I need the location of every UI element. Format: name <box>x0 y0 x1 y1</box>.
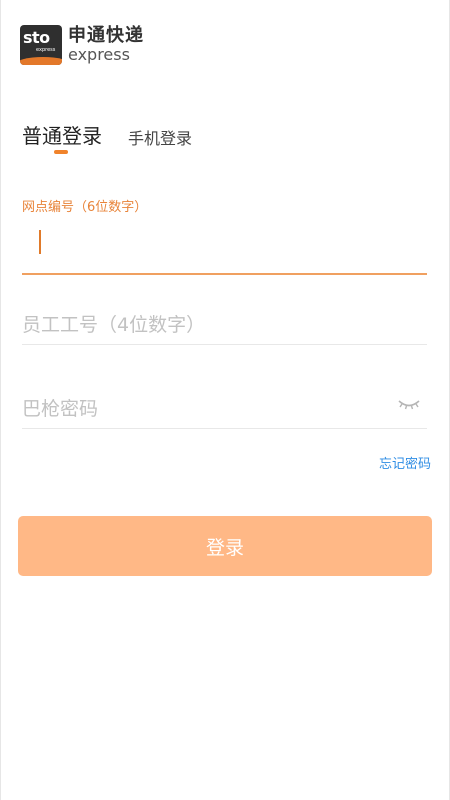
brand-name-cn: 申通快递 <box>68 25 144 46</box>
active-tab-indicator <box>54 150 68 154</box>
login-button[interactable]: 登录 <box>18 516 432 576</box>
logo-mark-text: sto <box>23 28 50 47</box>
employee-id-field <box>22 308 427 345</box>
password-field <box>22 392 427 429</box>
logo-mark-subtext: express <box>36 47 56 53</box>
eye-closed-icon[interactable] <box>397 396 421 412</box>
brand-name-en: express <box>68 45 130 64</box>
password-input[interactable] <box>22 392 382 426</box>
forgot-password-link[interactable]: 忘记密码 <box>379 453 431 472</box>
tab-phone-login[interactable]: 手机登录 <box>128 125 192 149</box>
employee-id-underline <box>22 344 427 345</box>
outlet-id-label: 网点编号（6位数字） <box>22 200 148 215</box>
login-tabs: 普通登录 手机登录 <box>22 120 218 149</box>
password-underline <box>22 428 427 429</box>
sto-logo-mark: sto express <box>20 25 62 65</box>
employee-id-input[interactable] <box>22 308 427 342</box>
outlet-id-underline <box>22 273 427 275</box>
outlet-id-input[interactable] <box>22 229 427 263</box>
logo-swoosh <box>20 57 62 65</box>
brand-logo: sto express 申通快递 express <box>20 25 144 65</box>
outlet-id-field: 网点编号（6位数字） <box>22 196 427 275</box>
logo-wordmark: 申通快递 express <box>68 27 144 63</box>
text-caret <box>39 230 41 254</box>
tab-normal-login[interactable]: 普通登录 <box>22 120 102 149</box>
